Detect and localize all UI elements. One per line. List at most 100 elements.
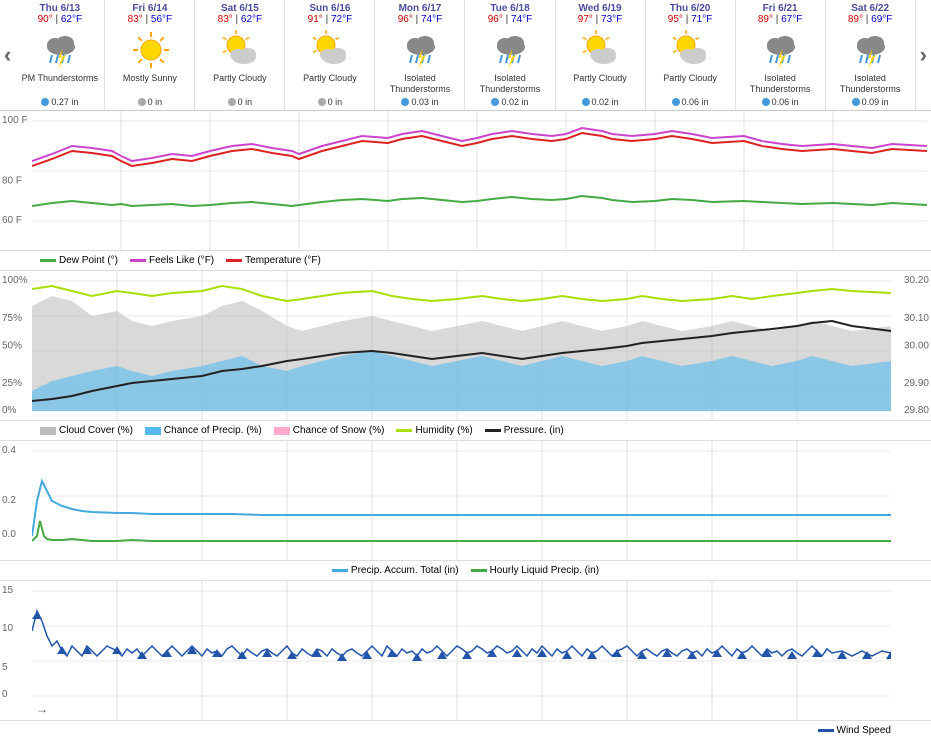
day-icon-9 <box>848 27 892 71</box>
day-icon-3 <box>308 27 352 71</box>
cloudcover-label: Cloud Cover (%) <box>59 425 133 436</box>
hourlyprecip-icon <box>471 569 487 572</box>
day-precip-8: 0.06 in <box>737 97 824 107</box>
day-desc-6: Partly Cloudy <box>557 73 644 97</box>
day-temps-8: 89° | 67°F <box>737 14 824 25</box>
day-icon-8 <box>758 27 802 71</box>
wind-svg <box>32 581 891 721</box>
precipchance-icon <box>145 427 161 435</box>
day-name-9: Sat 6/22 <box>827 3 914 14</box>
day-precip-0: 0.27 in <box>16 97 103 107</box>
temperature-chart: 100 F 80 F 60 F <box>0 111 931 251</box>
day-precip-5: 0.02 in <box>466 97 553 107</box>
preciptotal-icon <box>332 569 348 572</box>
day-col-1: Fri 6/14 83° | 56°F Mostly Sunny 0 in <box>105 0 195 110</box>
temperature-icon <box>226 259 242 262</box>
day-temps-7: 95° | 71°F <box>647 14 734 25</box>
day-col-9: Sat 6/22 89° | 69°F Isolated Thunderstor… <box>826 0 916 110</box>
day-precip-7: 0.06 in <box>647 97 734 107</box>
day-precip-4: 0.03 in <box>376 97 463 107</box>
feelslike-label: Feels Like (°F) <box>149 255 214 266</box>
windspeed-label: Wind Speed <box>837 725 891 736</box>
nav-right[interactable]: › <box>916 0 931 110</box>
precip-svg <box>32 441 891 561</box>
day-temps-3: 91° | 72°F <box>286 14 373 25</box>
day-name-8: Fri 6/21 <box>737 3 824 14</box>
humidity-chart: 100% 75% 50% 25% 0% 30.20 30.10 30.00 29… <box>0 271 931 421</box>
day-desc-4: Isolated Thunderstorms <box>376 73 463 97</box>
day-col-0: Thu 6/13 90° | 62°F PM Thunderstorms 0.2… <box>15 0 105 110</box>
cloudcover-icon <box>40 427 56 435</box>
day-icon-7 <box>668 27 712 71</box>
day-desc-5: Isolated Thunderstorms <box>466 73 553 97</box>
wind-arrow-indicator: → <box>36 702 48 716</box>
precipchance-label: Chance of Precip. (%) <box>164 425 262 436</box>
feelslike-icon <box>130 259 146 262</box>
day-col-5: Tue 6/18 96° | 74°F Isolated Thunderstor… <box>465 0 555 110</box>
humidity-legend: Cloud Cover (%) Chance of Precip. (%) Ch… <box>0 421 931 441</box>
day-desc-1: Mostly Sunny <box>106 73 193 97</box>
day-icon-4 <box>398 27 442 71</box>
wind-legend: Wind Speed <box>0 721 931 740</box>
day-precip-2: 0 in <box>196 97 283 107</box>
hourlyprecip-label: Hourly Liquid Precip. (in) <box>490 565 600 576</box>
weather-container: ‹ Thu 6/13 90° | 62°F PM Thunderstorms 0… <box>0 0 931 740</box>
dewpoint-icon <box>40 259 56 262</box>
day-precip-9: 0.09 in <box>827 97 914 107</box>
day-name-1: Fri 6/14 <box>106 3 193 14</box>
temp-legend: Dew Point (°) Feels Like (°F) Temperatur… <box>0 251 931 271</box>
legend-dewpoint: Dew Point (°) <box>40 255 118 266</box>
humidity-icon <box>396 429 412 432</box>
day-icon-0 <box>38 27 82 71</box>
legend-feelslike: Feels Like (°F) <box>130 255 214 266</box>
day-name-6: Wed 6/19 <box>557 3 644 14</box>
day-temps-5: 96° | 74°F <box>466 14 553 25</box>
day-temps-2: 83° | 62°F <box>196 14 283 25</box>
day-name-2: Sat 6/15 <box>196 3 283 14</box>
humidity-svg <box>32 271 891 421</box>
legend-temperature: Temperature (°F) <box>226 255 321 266</box>
days-row: Thu 6/13 90° | 62°F PM Thunderstorms 0.2… <box>15 0 915 110</box>
day-desc-8: Isolated Thunderstorms <box>737 73 824 97</box>
day-desc-3: Partly Cloudy <box>286 73 373 97</box>
day-desc-2: Partly Cloudy <box>196 73 283 97</box>
temp-y-mid: 80 F <box>2 175 22 186</box>
day-icon-2 <box>218 27 262 71</box>
day-temps-6: 97° | 73°F <box>557 14 644 25</box>
day-precip-1: 0 in <box>106 97 193 107</box>
wind-chart: 15 10 5 0 <box>0 581 931 721</box>
snowchance-icon <box>274 427 290 435</box>
day-col-8: Fri 6/21 89° | 67°F Isolated Thunderstor… <box>736 0 826 110</box>
temperature-label: Temperature (°F) <box>245 255 321 266</box>
day-col-7: Thu 6/20 95° | 71°F Partly Cloudy 0.06 i… <box>646 0 736 110</box>
pressure-label: Pressure. (in) <box>504 425 564 436</box>
snowchance-label: Chance of Snow (%) <box>293 425 385 436</box>
day-desc-9: Isolated Thunderstorms <box>827 73 914 97</box>
day-col-4: Mon 6/17 96° | 74°F Isolated Thunderstor… <box>375 0 465 110</box>
day-col-3: Sun 6/16 91° | 72°F Partly Cloudy 0 in <box>285 0 375 110</box>
day-temps-1: 83° | 56°F <box>106 14 193 25</box>
day-name-4: Mon 6/17 <box>376 3 463 14</box>
nav-left[interactable]: ‹ <box>0 0 15 110</box>
day-desc-0: PM Thunderstorms <box>16 73 103 97</box>
day-desc-7: Partly Cloudy <box>647 73 734 97</box>
day-name-7: Thu 6/20 <box>647 3 734 14</box>
day-icon-1 <box>128 27 172 71</box>
temp-y-top: 100 F <box>2 115 28 126</box>
legend-snow-chance: Chance of Snow (%) <box>274 425 385 436</box>
legend-cloudcover: Cloud Cover (%) <box>40 425 133 436</box>
day-name-0: Thu 6/13 <box>16 3 103 14</box>
day-col-2: Sat 6/15 83° | 62°F Partly Cloudy 0 in <box>195 0 285 110</box>
day-precip-3: 0 in <box>286 97 373 107</box>
precip-chart: 0.4 0.2 0.0 <box>0 441 931 561</box>
legend-pressure: Pressure. (in) <box>485 425 564 436</box>
temp-svg <box>32 111 927 251</box>
legend-humidity: Humidity (%) <box>396 425 472 436</box>
day-precip-6: 0.02 in <box>557 97 644 107</box>
humidity-label: Humidity (%) <box>415 425 472 436</box>
day-temps-9: 89° | 69°F <box>827 14 914 25</box>
windspeed-icon <box>818 729 834 732</box>
day-name-5: Tue 6/18 <box>466 3 553 14</box>
preciptotal-label: Precip. Accum. Total (in) <box>351 565 459 576</box>
pressure-icon <box>485 429 501 432</box>
